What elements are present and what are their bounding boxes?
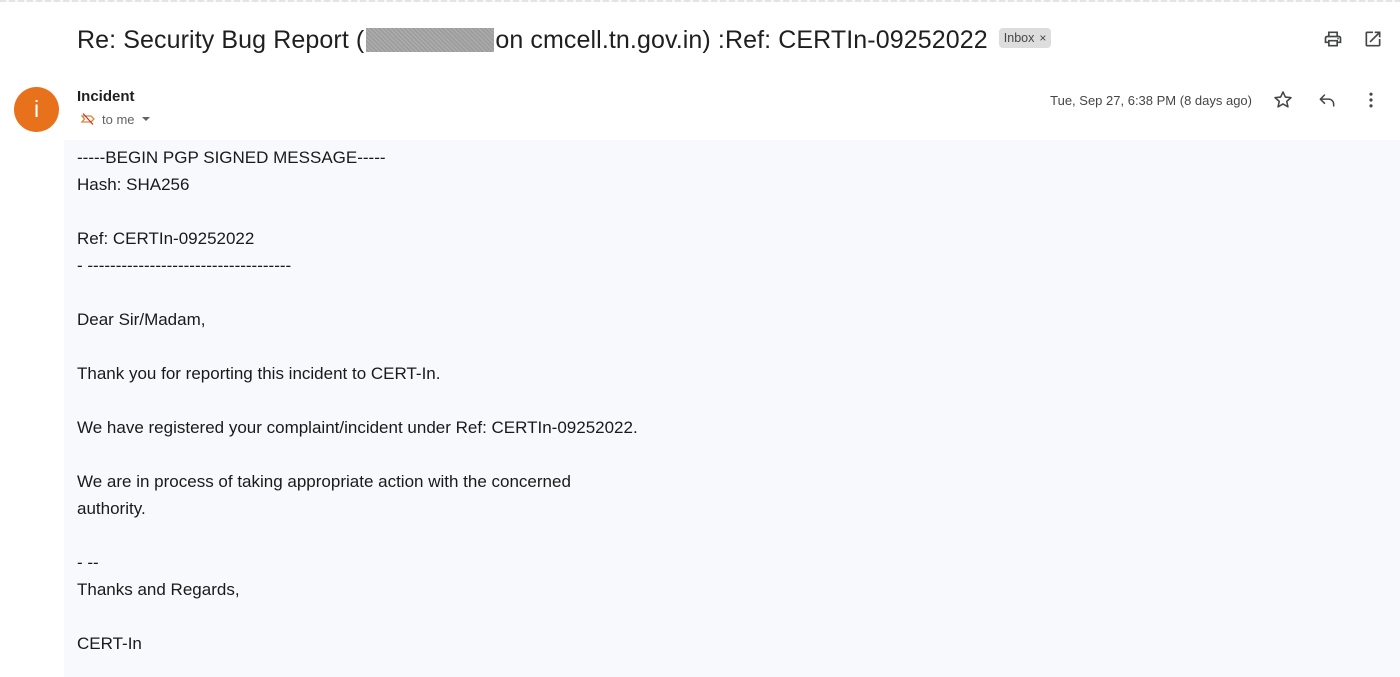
body-line: Hash: SHA256	[77, 175, 190, 194]
open-in-new-window-icon	[1363, 29, 1383, 49]
body-line: Dear Sir/Madam,	[77, 310, 206, 329]
body-line	[77, 387, 638, 414]
not-important-icon	[80, 111, 96, 127]
thread-actions	[1322, 28, 1384, 50]
body-line: - --	[77, 553, 99, 572]
inbox-label-text: Inbox	[1003, 31, 1035, 45]
message-meta: Tue, Sep 27, 6:38 PM (8 days ago)	[1050, 89, 1382, 111]
body-line: Ref: CERTIn-09252022	[77, 229, 255, 248]
message-actions	[1272, 89, 1382, 111]
message-body: -----BEGIN PGP SIGNED MESSAGE----- Hash:…	[77, 144, 638, 657]
body-line: CERT-In	[77, 634, 142, 653]
more-options-button[interactable]	[1360, 89, 1382, 111]
sender-avatar[interactable]: i	[14, 87, 59, 132]
subject-suffix: on cmcell.tn.gov.in) :Ref: CERTIn-092520…	[495, 25, 988, 54]
subject-prefix: Re: Security Bug Report (	[77, 25, 365, 54]
print-button[interactable]	[1322, 28, 1344, 50]
top-divider	[0, 0, 1400, 2]
sender-name[interactable]: Incident	[77, 88, 135, 105]
body-line	[77, 198, 638, 225]
body-line: -----BEGIN PGP SIGNED MESSAGE-----	[77, 148, 386, 167]
reply-button[interactable]	[1316, 89, 1338, 111]
body-line: We are in process of taking appropriate …	[77, 472, 571, 491]
remove-label-icon[interactable]: ×	[1039, 31, 1046, 45]
star-button[interactable]	[1272, 89, 1294, 111]
body-line	[77, 603, 638, 630]
body-line	[77, 441, 638, 468]
email-view: Re: Security Bug Report ( on cmcell.tn.g…	[0, 0, 1400, 677]
email-subject: Re: Security Bug Report ( on cmcell.tn.g…	[77, 26, 988, 55]
body-line	[77, 333, 638, 360]
body-line: authority.	[77, 499, 146, 518]
body-line: We have registered your complaint/incide…	[77, 418, 638, 437]
body-line	[77, 279, 638, 306]
body-line	[77, 522, 638, 549]
recipient-text: to me	[102, 111, 135, 127]
recipient-details-toggle[interactable]: to me	[80, 111, 151, 127]
reply-icon	[1317, 90, 1337, 110]
print-icon	[1323, 29, 1343, 49]
message-timestamp[interactable]: Tue, Sep 27, 6:38 PM (8 days ago)	[1050, 93, 1252, 108]
body-line: Thanks and Regards,	[77, 580, 240, 599]
body-line: - ------------------------------------	[77, 256, 292, 275]
open-in-new-window-button[interactable]	[1362, 28, 1384, 50]
body-line: Thank you for reporting this incident to…	[77, 364, 441, 383]
more-vert-icon	[1361, 90, 1381, 110]
subject-row: Re: Security Bug Report ( on cmcell.tn.g…	[77, 23, 1052, 57]
chevron-down-icon	[141, 116, 151, 122]
inbox-label-chip[interactable]: Inbox ×	[998, 28, 1052, 48]
redacted-block	[366, 28, 495, 52]
star-icon	[1272, 89, 1294, 111]
